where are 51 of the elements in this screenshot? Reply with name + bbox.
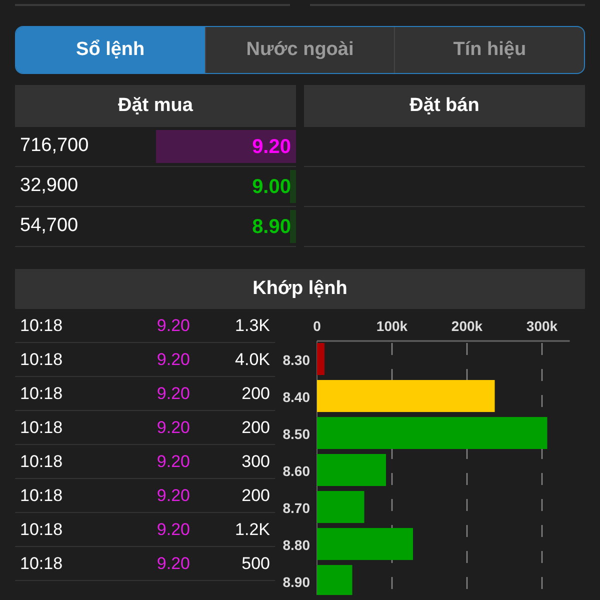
trade-time: 10:18 bbox=[19, 552, 64, 575]
trade-time: 10:18 bbox=[19, 348, 64, 371]
chart-bar bbox=[317, 454, 386, 486]
trade-volume: 300 bbox=[240, 450, 270, 473]
axis-category-label: 8.80 bbox=[282, 537, 310, 553]
trade-volume: 200 bbox=[240, 484, 270, 507]
trade-price: 9.20 bbox=[156, 416, 190, 439]
chart-bar bbox=[317, 565, 352, 595]
axis-category-label: 8.50 bbox=[282, 426, 310, 442]
axis-tick-label: 100k bbox=[376, 318, 408, 334]
trade-price: 9.20 bbox=[156, 348, 190, 371]
trade-price: 9.20 bbox=[156, 450, 190, 473]
trade-volume: 1.2K bbox=[234, 518, 270, 541]
bid-price: 9.00 bbox=[252, 174, 292, 200]
trade-time: 10:18 bbox=[19, 450, 64, 473]
chart-bar bbox=[317, 491, 364, 523]
trade-volume: 1.3K bbox=[234, 314, 270, 337]
trade-time: 10:18 bbox=[19, 416, 64, 439]
trade-price: 9.20 bbox=[156, 552, 190, 575]
column-header: Đặt bán bbox=[304, 85, 585, 127]
trade-time: 10:18 bbox=[19, 382, 64, 405]
trade-time: 10:18 bbox=[19, 518, 64, 541]
bid-volume: 716,700 bbox=[19, 134, 89, 158]
trade-price: 9.20 bbox=[156, 314, 190, 337]
axis-category-label: 8.90 bbox=[282, 574, 310, 590]
axis-category-label: 8.70 bbox=[282, 500, 310, 516]
axis-tick-label: 300k bbox=[526, 318, 558, 334]
trade-time: 10:18 bbox=[19, 314, 64, 337]
bid-price: 8.90 bbox=[252, 214, 292, 240]
axis-category-label: 8.40 bbox=[282, 389, 310, 405]
trade-price: 9.20 bbox=[156, 484, 190, 507]
trade-volume: 4.0K bbox=[234, 348, 270, 371]
trade-price: 9.20 bbox=[156, 518, 190, 541]
axis-tick-label: 200k bbox=[451, 318, 483, 334]
trade-volume: 200 bbox=[240, 416, 270, 439]
tab[interactable]: Tín hiệu bbox=[394, 27, 584, 73]
axis-category-label: 8.60 bbox=[282, 463, 310, 479]
bid-price: 9.20 bbox=[252, 134, 292, 160]
section-header: Khớp lệnh bbox=[15, 269, 585, 309]
chart-bar bbox=[317, 343, 324, 375]
column-header: Đặt mua bbox=[15, 85, 296, 127]
axis-tick-label: 0 bbox=[313, 318, 321, 334]
trade-volume: 200 bbox=[240, 382, 270, 405]
bid-volume: 32,900 bbox=[19, 174, 78, 198]
trade-price: 9.20 bbox=[156, 382, 190, 405]
axis-category-label: 8.30 bbox=[282, 352, 310, 368]
trade-time: 10:18 bbox=[19, 484, 64, 507]
tab[interactable]: Nước ngoài bbox=[204, 27, 394, 73]
tab[interactable]: Sổ lệnh bbox=[16, 27, 205, 73]
bid-volume: 54,700 bbox=[19, 214, 78, 238]
trade-volume: 500 bbox=[240, 552, 270, 575]
